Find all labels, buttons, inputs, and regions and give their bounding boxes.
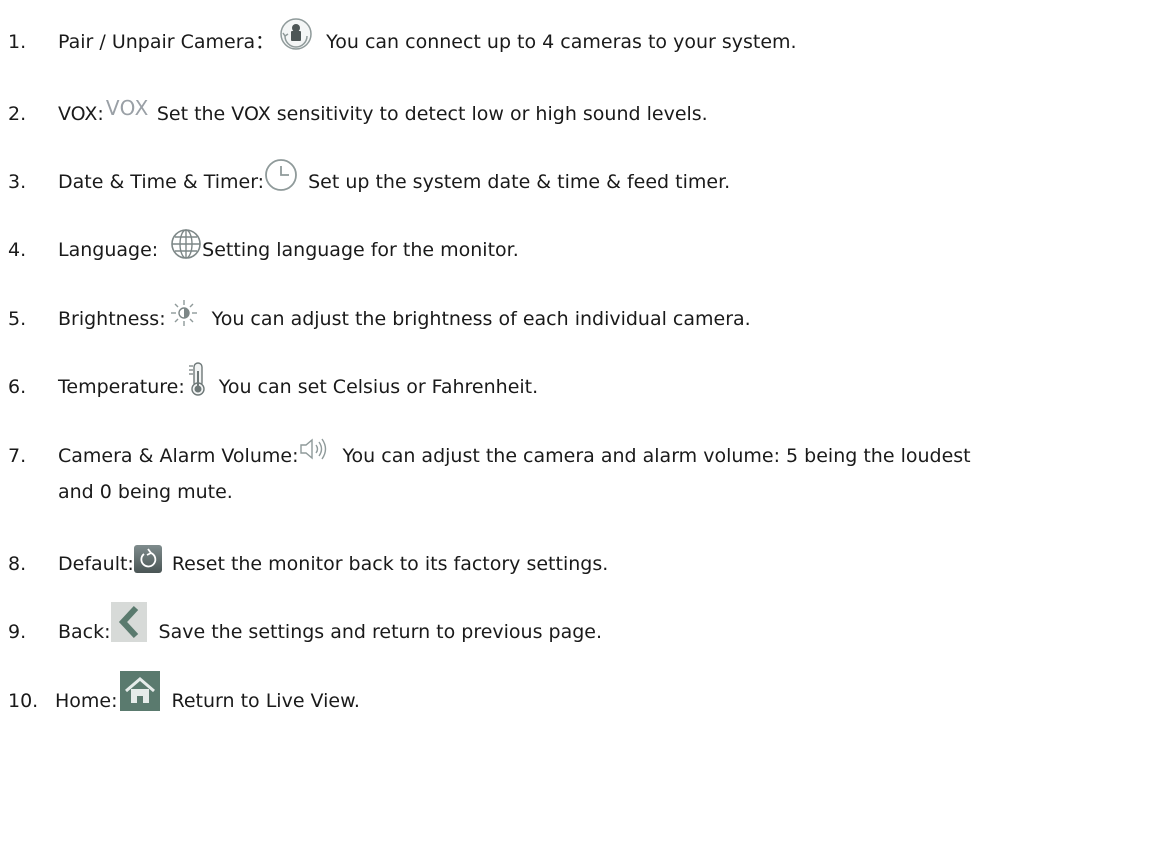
item-description: You can set Celsius or Fahrenheit. [218, 376, 539, 398]
item-label: VOX: [58, 103, 104, 125]
item-number: 6. [8, 376, 27, 398]
item-label: Temperature: [58, 376, 185, 398]
item-description: You can adjust the camera and alarm volu… [342, 445, 971, 467]
globe-icon [170, 228, 202, 260]
item-label: Home: [55, 690, 118, 712]
reset-icon [133, 545, 162, 573]
item-number: 4. [8, 239, 27, 261]
item-number: 9. [8, 621, 27, 643]
item-number: 8. [8, 553, 27, 575]
item-description: Reset the monitor back to its factory se… [171, 553, 609, 575]
item-label: Back: [58, 621, 111, 643]
item-description: Set up the system date & time & feed tim… [308, 171, 731, 193]
item-label: Brightness: [58, 308, 166, 330]
item-label: Default: [58, 553, 134, 575]
item-description: You can adjust the brightness of each in… [211, 308, 751, 330]
item-number: 7. [8, 445, 27, 467]
item-number: 5. [8, 308, 27, 330]
item-label: Camera & Alarm Volume: [58, 445, 299, 467]
item-description: Set the VOX sensitivity to detect low or… [156, 103, 708, 125]
vox-icon: VOX [105, 96, 149, 120]
item-label: Language: [58, 239, 159, 261]
item-label: Pair / Unpair Camera： [58, 31, 275, 53]
item-description: Return to Live View. [171, 690, 360, 712]
item-number: 10. [8, 690, 39, 712]
item-number: 3. [8, 171, 27, 193]
clock-icon [264, 158, 298, 192]
item-description: Setting language for the monitor. [202, 239, 519, 261]
item-number: 2. [8, 103, 27, 125]
item-description-continued: and 0 being mute. [58, 481, 233, 503]
item-number: 1. [8, 31, 27, 53]
camera-pair-icon [278, 16, 314, 52]
speaker-icon [298, 435, 330, 463]
home-icon [119, 671, 160, 711]
item-description: Save the settings and return to previous… [158, 621, 603, 643]
item-label: Date & Time & Timer: [58, 171, 265, 193]
back-arrow-icon [110, 602, 147, 642]
thermometer-icon [187, 361, 209, 397]
item-description: You can connect up to 4 cameras to your … [326, 31, 797, 53]
sun-icon [168, 297, 200, 329]
